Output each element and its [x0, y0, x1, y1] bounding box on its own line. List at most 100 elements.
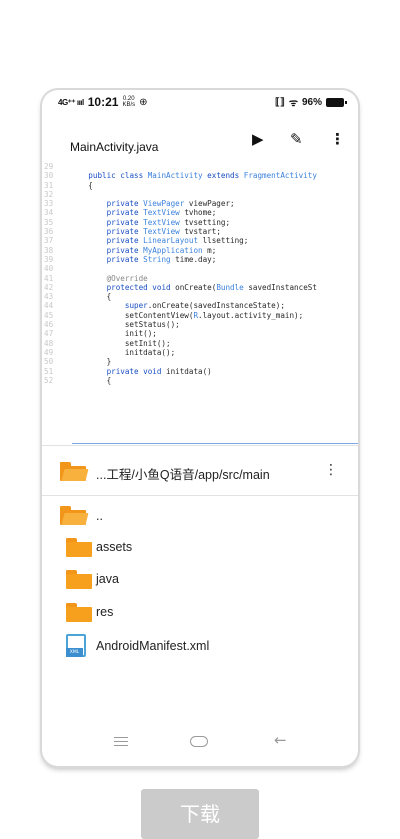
folder-icon	[66, 570, 92, 589]
code-token: .layout.activity_main);	[198, 310, 304, 320]
battery-icon	[326, 97, 347, 107]
status-bar: 4G⁺⁺ ıııl 10:21 0.20 KB/s ⊕ ⟦⟧ ᯤ 96%	[42, 90, 358, 116]
path-bar: ...工程/小鱼Q语音/app/src/main ⋮	[42, 452, 358, 492]
code-line: 29	[42, 162, 358, 171]
wifi-icon: ᯤ	[288, 98, 298, 109]
code-token: tvhome;	[184, 208, 217, 218]
line-number: 40	[44, 264, 54, 274]
line-number: 34	[44, 208, 54, 218]
edit-icon[interactable]: ✎	[290, 130, 303, 148]
line-number: 31	[44, 180, 54, 190]
network-speed: 0.20 KB/s	[122, 96, 135, 108]
code-token: savedInstanceSt	[248, 282, 317, 292]
folder-icon	[66, 603, 92, 622]
line-number: 48	[44, 338, 54, 348]
signal-icon: 4G⁺⁺ ıııl	[58, 97, 84, 107]
code-token: private	[106, 236, 144, 246]
line-number: 32	[44, 189, 54, 199]
code-editor[interactable]: 29 30 public class MainActivity extends F…	[42, 162, 358, 444]
code-token: {	[70, 180, 93, 190]
code-line: 34 private TextView tvhome;	[42, 208, 358, 217]
code-line: 40	[42, 264, 358, 273]
line-number: 42	[44, 282, 54, 292]
line-number: 50	[44, 357, 54, 367]
folder-open-icon	[60, 506, 89, 525]
code-token: String	[143, 254, 176, 264]
code-token: time.day;	[175, 254, 217, 264]
code-line: 49 initdata();	[42, 348, 358, 357]
folder-icon	[66, 538, 92, 557]
code-token: setInit();	[70, 338, 171, 348]
download-button[interactable]: 下载	[141, 789, 259, 839]
recent-apps-icon[interactable]	[114, 737, 128, 746]
file-item-label: assets	[96, 540, 133, 554]
code-token: extends	[207, 171, 244, 181]
more-options-icon[interactable]: ⋮	[330, 130, 345, 148]
code-token: private	[106, 245, 144, 255]
line-number: 37	[44, 236, 54, 246]
line-number: 41	[44, 273, 54, 283]
run-icon[interactable]: ▶	[252, 130, 264, 148]
code-token: FragmentActivity	[243, 171, 317, 181]
code-token: public class	[88, 171, 148, 181]
code-token: initdata()	[166, 366, 212, 376]
code-token: .onCreate(savedInstanceState);	[147, 301, 285, 311]
file-item-parent[interactable]: ..	[42, 502, 358, 532]
path-more-icon[interactable]: ⋮	[324, 462, 338, 478]
code-token: MyApplication	[143, 245, 208, 255]
line-number: 46	[44, 320, 54, 330]
file-item-java[interactable]: java	[42, 565, 358, 595]
line-number: 49	[44, 347, 54, 357]
code-line: 50 }	[42, 357, 358, 366]
battery-percent: 96%	[301, 96, 322, 108]
xml-badge: XML	[66, 648, 83, 657]
divider	[42, 495, 358, 496]
code-token: onCreate(	[175, 282, 217, 292]
line-number: 52	[44, 375, 54, 385]
code-token: ViewPager	[143, 199, 189, 209]
code-line: 48 setInit();	[42, 339, 358, 348]
phone-frame: 4G⁺⁺ ıııl 10:21 0.20 KB/s ⊕ ⟦⟧ ᯤ 96% Mai…	[42, 90, 358, 766]
file-item-assets[interactable]: assets	[42, 533, 358, 563]
file-item-android-manifest[interactable]: XML AndroidManifest.xml	[42, 632, 358, 662]
line-number: 33	[44, 199, 54, 209]
code-line: 51 private void initdata()	[42, 367, 358, 376]
code-token: private void	[106, 366, 167, 376]
home-icon[interactable]	[190, 736, 208, 747]
back-icon[interactable]: ←	[274, 731, 287, 749]
status-bar-right: ⟦⟧ ᯤ 96%	[274, 95, 347, 109]
code-line: 33 private ViewPager viewPager;	[42, 199, 358, 208]
file-item-res[interactable]: res	[42, 598, 358, 628]
code-token: private	[106, 254, 144, 264]
divider	[42, 445, 358, 446]
code-token: TextView	[143, 227, 185, 237]
code-token: tvstart;	[184, 227, 221, 237]
file-item-label: ..	[96, 509, 103, 523]
xml-file-icon: XML	[66, 634, 86, 657]
line-number: 38	[44, 245, 54, 255]
code-token: private	[106, 199, 144, 209]
code-token: setContentView(	[70, 310, 194, 320]
code-token: viewPager;	[188, 199, 235, 209]
editor-toolbar: MainActivity.java ▶ ✎ ⋮	[42, 116, 358, 162]
current-path: ...工程/小鱼Q语音/app/src/main	[96, 468, 270, 482]
line-number: 47	[44, 329, 54, 339]
code-line: 42 protected void onCreate(Bundle savedI…	[42, 283, 358, 292]
line-number: 45	[44, 310, 54, 320]
code-token: TextView	[143, 217, 185, 227]
code-token: m;	[207, 245, 217, 255]
status-bar-left: 4G⁺⁺ ıııl 10:21 0.20 KB/s ⊕	[58, 95, 148, 109]
code-token: protected void	[106, 282, 176, 292]
code-line: 32	[42, 190, 358, 199]
vibrate-icon: ⟦⟧	[274, 96, 285, 108]
code-token: {	[70, 292, 112, 302]
file-item-label: AndroidManifest.xml	[96, 639, 210, 653]
